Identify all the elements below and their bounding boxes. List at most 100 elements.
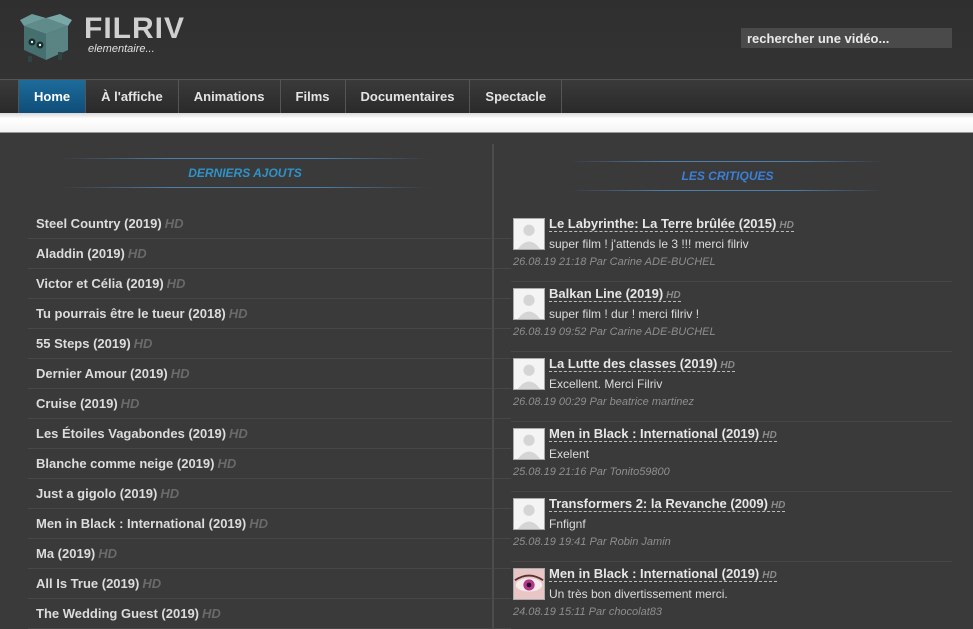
hd-badge: HD [142,576,162,591]
latest-item-title[interactable]: All Is True (2019) [36,576,139,591]
review-meta: 26.08.19 00:29 Par beatrice martinez [513,396,695,408]
review-item: La Lutte des classes (2019) HD Excellent.… [511,352,952,422]
avatar[interactable] [513,428,545,460]
hd-badge: HD [249,516,268,531]
review-meta: 26.08.19 21:18 Par Carine ADE-BUCHEL [513,256,716,268]
latest-item[interactable]: Cruise (2019) HD [28,389,511,419]
hd-badge: HD [720,360,735,371]
hd-badge: HD [228,306,248,321]
nav-item-films[interactable]: Films [281,80,346,113]
hd-badge: HD [229,426,248,441]
avatar[interactable] [513,498,545,530]
review-item: Balkan Line (2019) HD super film ! dur ! … [511,282,952,352]
avatar[interactable] [513,568,545,600]
search-input[interactable] [741,28,952,48]
review-film-link[interactable]: Le Labyrinthe: La Terre brûlée (2015) HD [549,216,794,232]
review-comment: super film ! j'attends le 3 !!! merci fi… [549,237,749,251]
hd-badge: HD [202,606,221,621]
review-film-title[interactable]: La Lutte des classes (2019) [549,356,717,371]
header-separator-band [0,113,973,133]
avatar[interactable] [513,288,545,320]
reviews-list: Le Labyrinthe: La Terre brûlée (2015) HD … [511,212,952,629]
hd-badge: HD [770,500,786,511]
latest-item-title[interactable]: Aladdin (2019) [36,246,125,261]
review-film-title[interactable]: Men in Black : International (2019) [549,426,759,441]
latest-additions-list: Steel Country (2019) HD Aladdin (2019) HD … [28,209,511,629]
hd-badge: HD [166,276,186,291]
avatar[interactable] [513,218,545,250]
latest-item-title[interactable]: Tu pourrais être le tueur (2018) [36,306,226,321]
latest-section-title: DERNIERS AJOUTS [60,158,430,188]
review-film-link[interactable]: Balkan Line (2019) HD [549,286,681,302]
review-film-link[interactable]: La Lutte des classes (2019) HD [549,356,735,372]
avatar[interactable] [513,358,545,390]
latest-item[interactable]: Steel Country (2019) HD [28,209,511,239]
hd-badge: HD [217,456,237,471]
hd-badge: HD [170,366,190,381]
review-film-link[interactable]: Men in Black : International (2019) HD [549,426,777,442]
hd-badge: HD [160,486,180,501]
hd-badge: HD [762,570,777,581]
latest-item-title[interactable]: Ma (2019) [36,546,95,561]
site-header: FILRIV elementaire... [0,0,973,80]
review-comment: super film ! dur ! merci filriv ! [549,307,700,321]
latest-item[interactable]: Ma (2019) HD [28,539,511,569]
hd-badge: HD [120,396,140,411]
latest-item-title[interactable]: Dernier Amour (2019) [36,366,168,381]
review-film-title[interactable]: Men in Black : International (2019) [549,566,759,581]
main-nav: Home À l'affiche Animations Films Docume… [0,79,973,113]
hd-badge: HD [779,220,794,231]
site-logo-title[interactable]: FILRIV [84,12,185,46]
review-film-link[interactable]: Men in Black : International (2019) HD [549,566,777,582]
latest-item-title[interactable]: Cruise (2019) [36,396,118,411]
review-comment: Un très bon divertissement merci. [549,587,728,601]
latest-item[interactable]: Victor et Célia (2019) HD [28,269,511,299]
latest-item-title[interactable]: The Wedding Guest (2019) [36,606,199,621]
hd-badge: HD [762,430,777,441]
hd-badge: HD [133,336,153,351]
review-item: Men in Black : International (2019) HD Un… [511,562,952,629]
hd-badge: HD [164,216,184,231]
latest-item[interactable]: All Is True (2019) HD [28,569,511,599]
review-meta: 24.08.19 15:11 Par chocolat83 [513,606,663,618]
latest-item[interactable]: Les Étoiles Vagabondes (2019) HD [28,419,511,449]
latest-item[interactable]: The Wedding Guest (2019) HD [28,599,511,629]
latest-item[interactable]: 55 Steps (2019) HD [28,329,511,359]
site-logo-tagline: elementaire... [88,43,155,55]
latest-item[interactable]: Just a gigolo (2019) HD [28,479,511,509]
box-robot-logo-icon[interactable] [18,12,74,62]
latest-item-title[interactable]: Steel Country (2019) [36,216,162,231]
latest-item[interactable]: Tu pourrais être le tueur (2018) HD [28,299,511,329]
latest-item[interactable]: Aladdin (2019) HD [28,239,511,269]
latest-item-title[interactable]: 55 Steps (2019) [36,336,131,351]
latest-item-title[interactable]: Men in Black : International (2019) [36,516,246,531]
latest-item[interactable]: Dernier Amour (2019) HD [28,359,511,389]
latest-item-title[interactable]: Just a gigolo (2019) [36,486,157,501]
review-item: Transformers 2: la Revanche (2009) HD Fnf… [511,492,952,562]
review-film-title[interactable]: Balkan Line (2019) [549,286,663,301]
hd-badge: HD [666,290,681,301]
review-film-link[interactable]: Transformers 2: la Revanche (2009) HD [549,496,786,512]
nav-item-animations[interactable]: Animations [179,80,281,113]
review-comment: Excellent. Merci Filriv [549,377,663,391]
latest-item-title[interactable]: Les Étoiles Vagabondes (2019) [36,426,226,441]
hd-badge: HD [127,246,147,261]
review-film-title[interactable]: Le Labyrinthe: La Terre brûlée (2015) [549,216,776,231]
default-user-avatar-icon [514,289,544,319]
review-meta: 25.08.19 19:41 Par Robin Jamin [513,536,671,548]
default-user-avatar-icon [514,219,544,249]
default-user-avatar-icon [514,499,544,529]
latest-item-title[interactable]: Victor et Célia (2019) [36,276,164,291]
nav-item-a-l-affiche[interactable]: À l'affiche [86,80,179,113]
default-user-avatar-icon [514,429,544,459]
latest-item[interactable]: Men in Black : International (2019) HD [28,509,511,539]
latest-item-title[interactable]: Blanche comme neige (2019) [36,456,214,471]
nav-item-home[interactable]: Home [18,80,87,113]
review-comment: Fnfignf [549,517,586,531]
nav-item-spectacle[interactable]: Spectacle [470,80,563,113]
review-film-title[interactable]: Transformers 2: la Revanche (2009) [549,496,768,511]
latest-item[interactable]: Blanche comme neige (2019) HD [28,449,511,479]
eye-avatar-icon [514,569,544,599]
nav-item-documentaires[interactable]: Documentaires [346,80,471,113]
reviews-section-title: LES CRITIQUES [570,161,885,191]
